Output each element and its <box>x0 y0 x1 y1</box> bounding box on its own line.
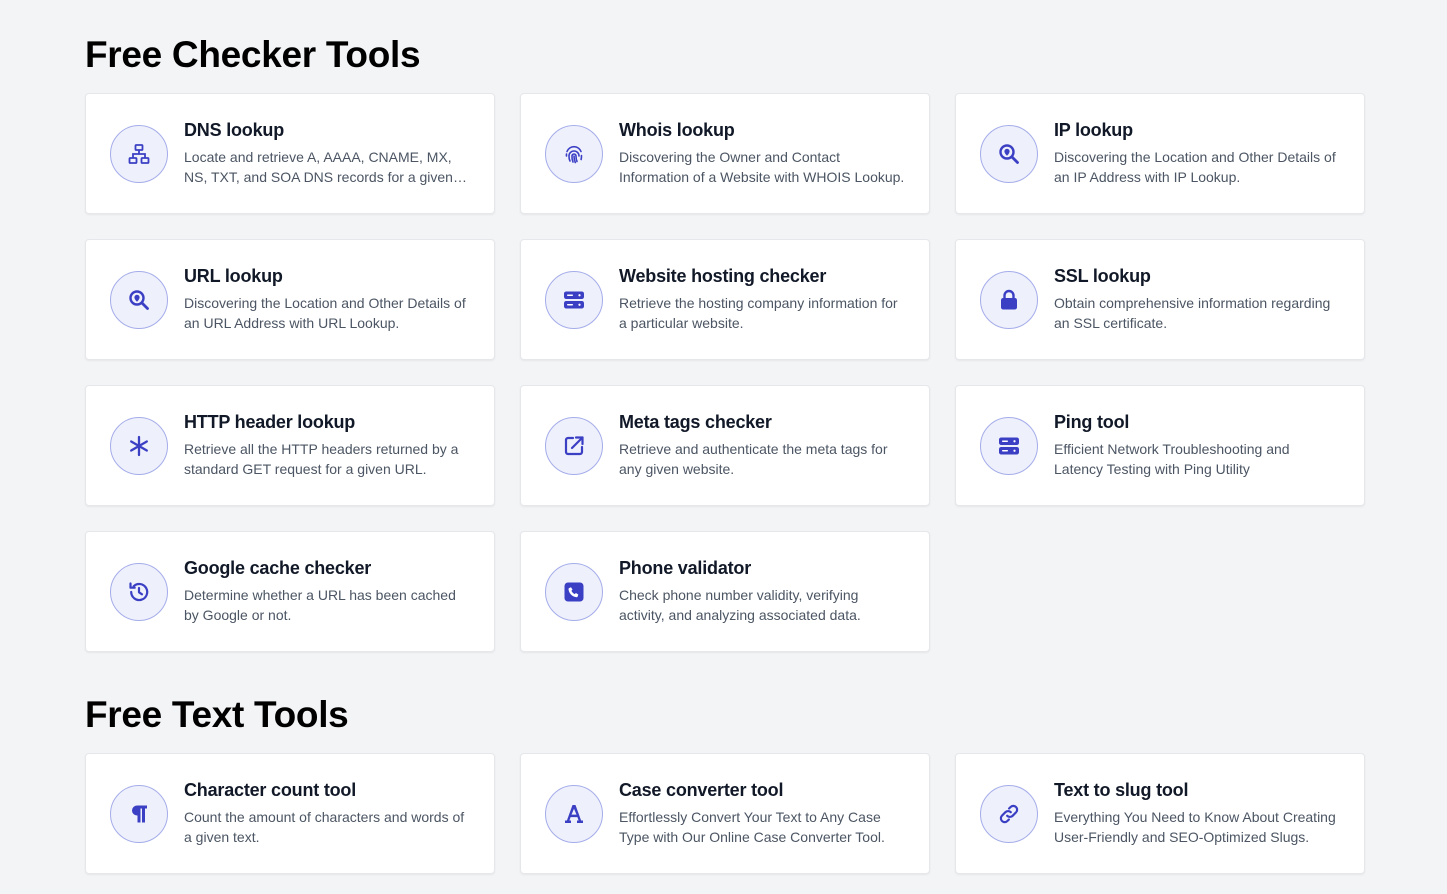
location-search-icon <box>980 124 1038 183</box>
tool-card-ip-lookup[interactable]: IP lookup Discovering the Location and Ot… <box>955 93 1365 214</box>
tool-card-title: Meta tags checker <box>619 412 772 432</box>
network-icon <box>110 124 168 183</box>
tool-card-title: Whois lookup <box>619 120 735 140</box>
tool-card-description: Locate and retrieve A, AAAA, CNAME, MX, … <box>184 149 453 185</box>
tool-card-title: Text to slug tool <box>1054 780 1189 800</box>
tool-card-body: DNS lookup Locate and retrieve A, AAAA, C… <box>184 118 472 187</box>
text-tools-grid: Character count tool Count the amount of … <box>85 753 1365 874</box>
tool-card-description: Retrieve all the HTTP headers returned b… <box>184 441 459 477</box>
tool-card-ping-tool[interactable]: Ping tool Efficient Network Troubleshooti… <box>955 385 1365 506</box>
lock-icon <box>980 270 1038 329</box>
tool-card-character-count-tool[interactable]: Character count tool Count the amount of … <box>85 753 495 874</box>
tool-card-body: SSL lookup Obtain comprehensive informati… <box>1054 264 1342 333</box>
tool-card-description: Check phone number validity, verifying a… <box>619 587 861 623</box>
tool-card-title: Ping tool <box>1054 412 1130 432</box>
tool-card-title: Case converter tool <box>619 780 784 800</box>
tool-card-description: Everything You Need to Know About Creati… <box>1054 809 1336 845</box>
history-icon <box>110 562 168 621</box>
location-search-icon <box>110 270 168 329</box>
tool-card-description: Determine whether a URL has been cached … <box>184 587 456 623</box>
tool-card-description: Obtain comprehensive information regardi… <box>1054 295 1331 331</box>
tool-card-ssl-lookup[interactable]: SSL lookup Obtain comprehensive informati… <box>955 239 1365 360</box>
tool-card-google-cache-checker[interactable]: Google cache checker Determine whether a … <box>85 531 495 652</box>
tool-card-title: Google cache checker <box>184 558 372 578</box>
font-icon <box>545 784 603 843</box>
section-title-text-tools: Free Text Tools <box>85 694 349 735</box>
server-icon <box>980 416 1038 475</box>
tool-card-phone-validator[interactable]: Phone validator Check phone number validi… <box>520 531 930 652</box>
tool-card-title: SSL lookup <box>1054 266 1151 286</box>
tool-card-case-converter-tool[interactable]: Case converter tool Effortlessly Convert … <box>520 753 930 874</box>
tool-card-title: URL lookup <box>184 266 283 286</box>
tool-card-description: Retrieve and authenticate the meta tags … <box>619 441 888 477</box>
tool-card-body: Text to slug tool Everything You Need to … <box>1054 778 1342 847</box>
tool-card-body: Case converter tool Effortlessly Convert … <box>619 778 907 847</box>
tool-card-body: Character count tool Count the amount of … <box>184 778 472 847</box>
phone-icon <box>545 562 603 621</box>
link-icon <box>980 784 1038 843</box>
page: Free Checker Tools DNS lookup Locate and … <box>0 0 1447 894</box>
tool-card-title: DNS lookup <box>184 120 284 140</box>
tool-card-body: URL lookup Discovering the Location and O… <box>184 264 472 333</box>
asterisk-icon <box>110 416 168 475</box>
tool-card-title: HTTP header lookup <box>184 412 356 432</box>
tool-card-http-header-lookup[interactable]: HTTP header lookup Retrieve all the HTTP … <box>85 385 495 506</box>
tool-card-body: Google cache checker Determine whether a … <box>184 556 472 625</box>
tool-card-description: Discovering the Location and Other Detai… <box>1054 149 1336 185</box>
external-link-icon <box>545 416 603 475</box>
server-icon <box>545 270 603 329</box>
tool-card-dns-lookup[interactable]: DNS lookup Locate and retrieve A, AAAA, C… <box>85 93 495 214</box>
tool-card-body: HTTP header lookup Retrieve all the HTTP … <box>184 410 472 479</box>
tool-card-description: Count the amount of characters and words… <box>184 809 465 845</box>
tool-card-title: Phone validator <box>619 558 752 578</box>
tool-card-body: Website hosting checker Retrieve the host… <box>619 264 907 333</box>
checker-tools-grid: DNS lookup Locate and retrieve A, AAAA, C… <box>85 93 1365 652</box>
tool-card-website-hosting-checker[interactable]: Website hosting checker Retrieve the host… <box>520 239 930 360</box>
tool-card-url-lookup[interactable]: URL lookup Discovering the Location and O… <box>85 239 495 360</box>
tool-card-description: Discovering the Location and Other Detai… <box>184 295 466 331</box>
tool-card-description: Effortlessly Convert Your Text to Any Ca… <box>619 809 885 845</box>
tool-card-body: Ping tool Efficient Network Troubleshooti… <box>1054 410 1342 479</box>
section-title-checker-tools: Free Checker Tools <box>85 34 421 75</box>
tool-card-title: IP lookup <box>1054 120 1133 140</box>
tool-card-whois-lookup[interactable]: Whois lookup Discovering the Owner and Co… <box>520 93 930 214</box>
tool-card-text-to-slug-tool[interactable]: Text to slug tool Everything You Need to … <box>955 753 1365 874</box>
tool-card-title: Website hosting checker <box>619 266 827 286</box>
tool-card-body: IP lookup Discovering the Location and Ot… <box>1054 118 1342 187</box>
tool-card-description: Discovering the Owner and Contact Inform… <box>619 149 905 185</box>
tool-card-meta-tags-checker[interactable]: Meta tags checker Retrieve and authentica… <box>520 385 930 506</box>
tool-card-body: Phone validator Check phone number validi… <box>619 556 907 625</box>
tool-card-body: Whois lookup Discovering the Owner and Co… <box>619 118 907 187</box>
tool-card-description: Retrieve the hosting company information… <box>619 295 898 331</box>
tool-card-title: Character count tool <box>184 780 357 800</box>
tool-card-body: Meta tags checker Retrieve and authentica… <box>619 410 907 479</box>
tool-card-description: Efficient Network Troubleshooting and La… <box>1054 441 1290 477</box>
pilcrow-icon <box>110 784 168 843</box>
fingerprint-icon <box>545 124 603 183</box>
